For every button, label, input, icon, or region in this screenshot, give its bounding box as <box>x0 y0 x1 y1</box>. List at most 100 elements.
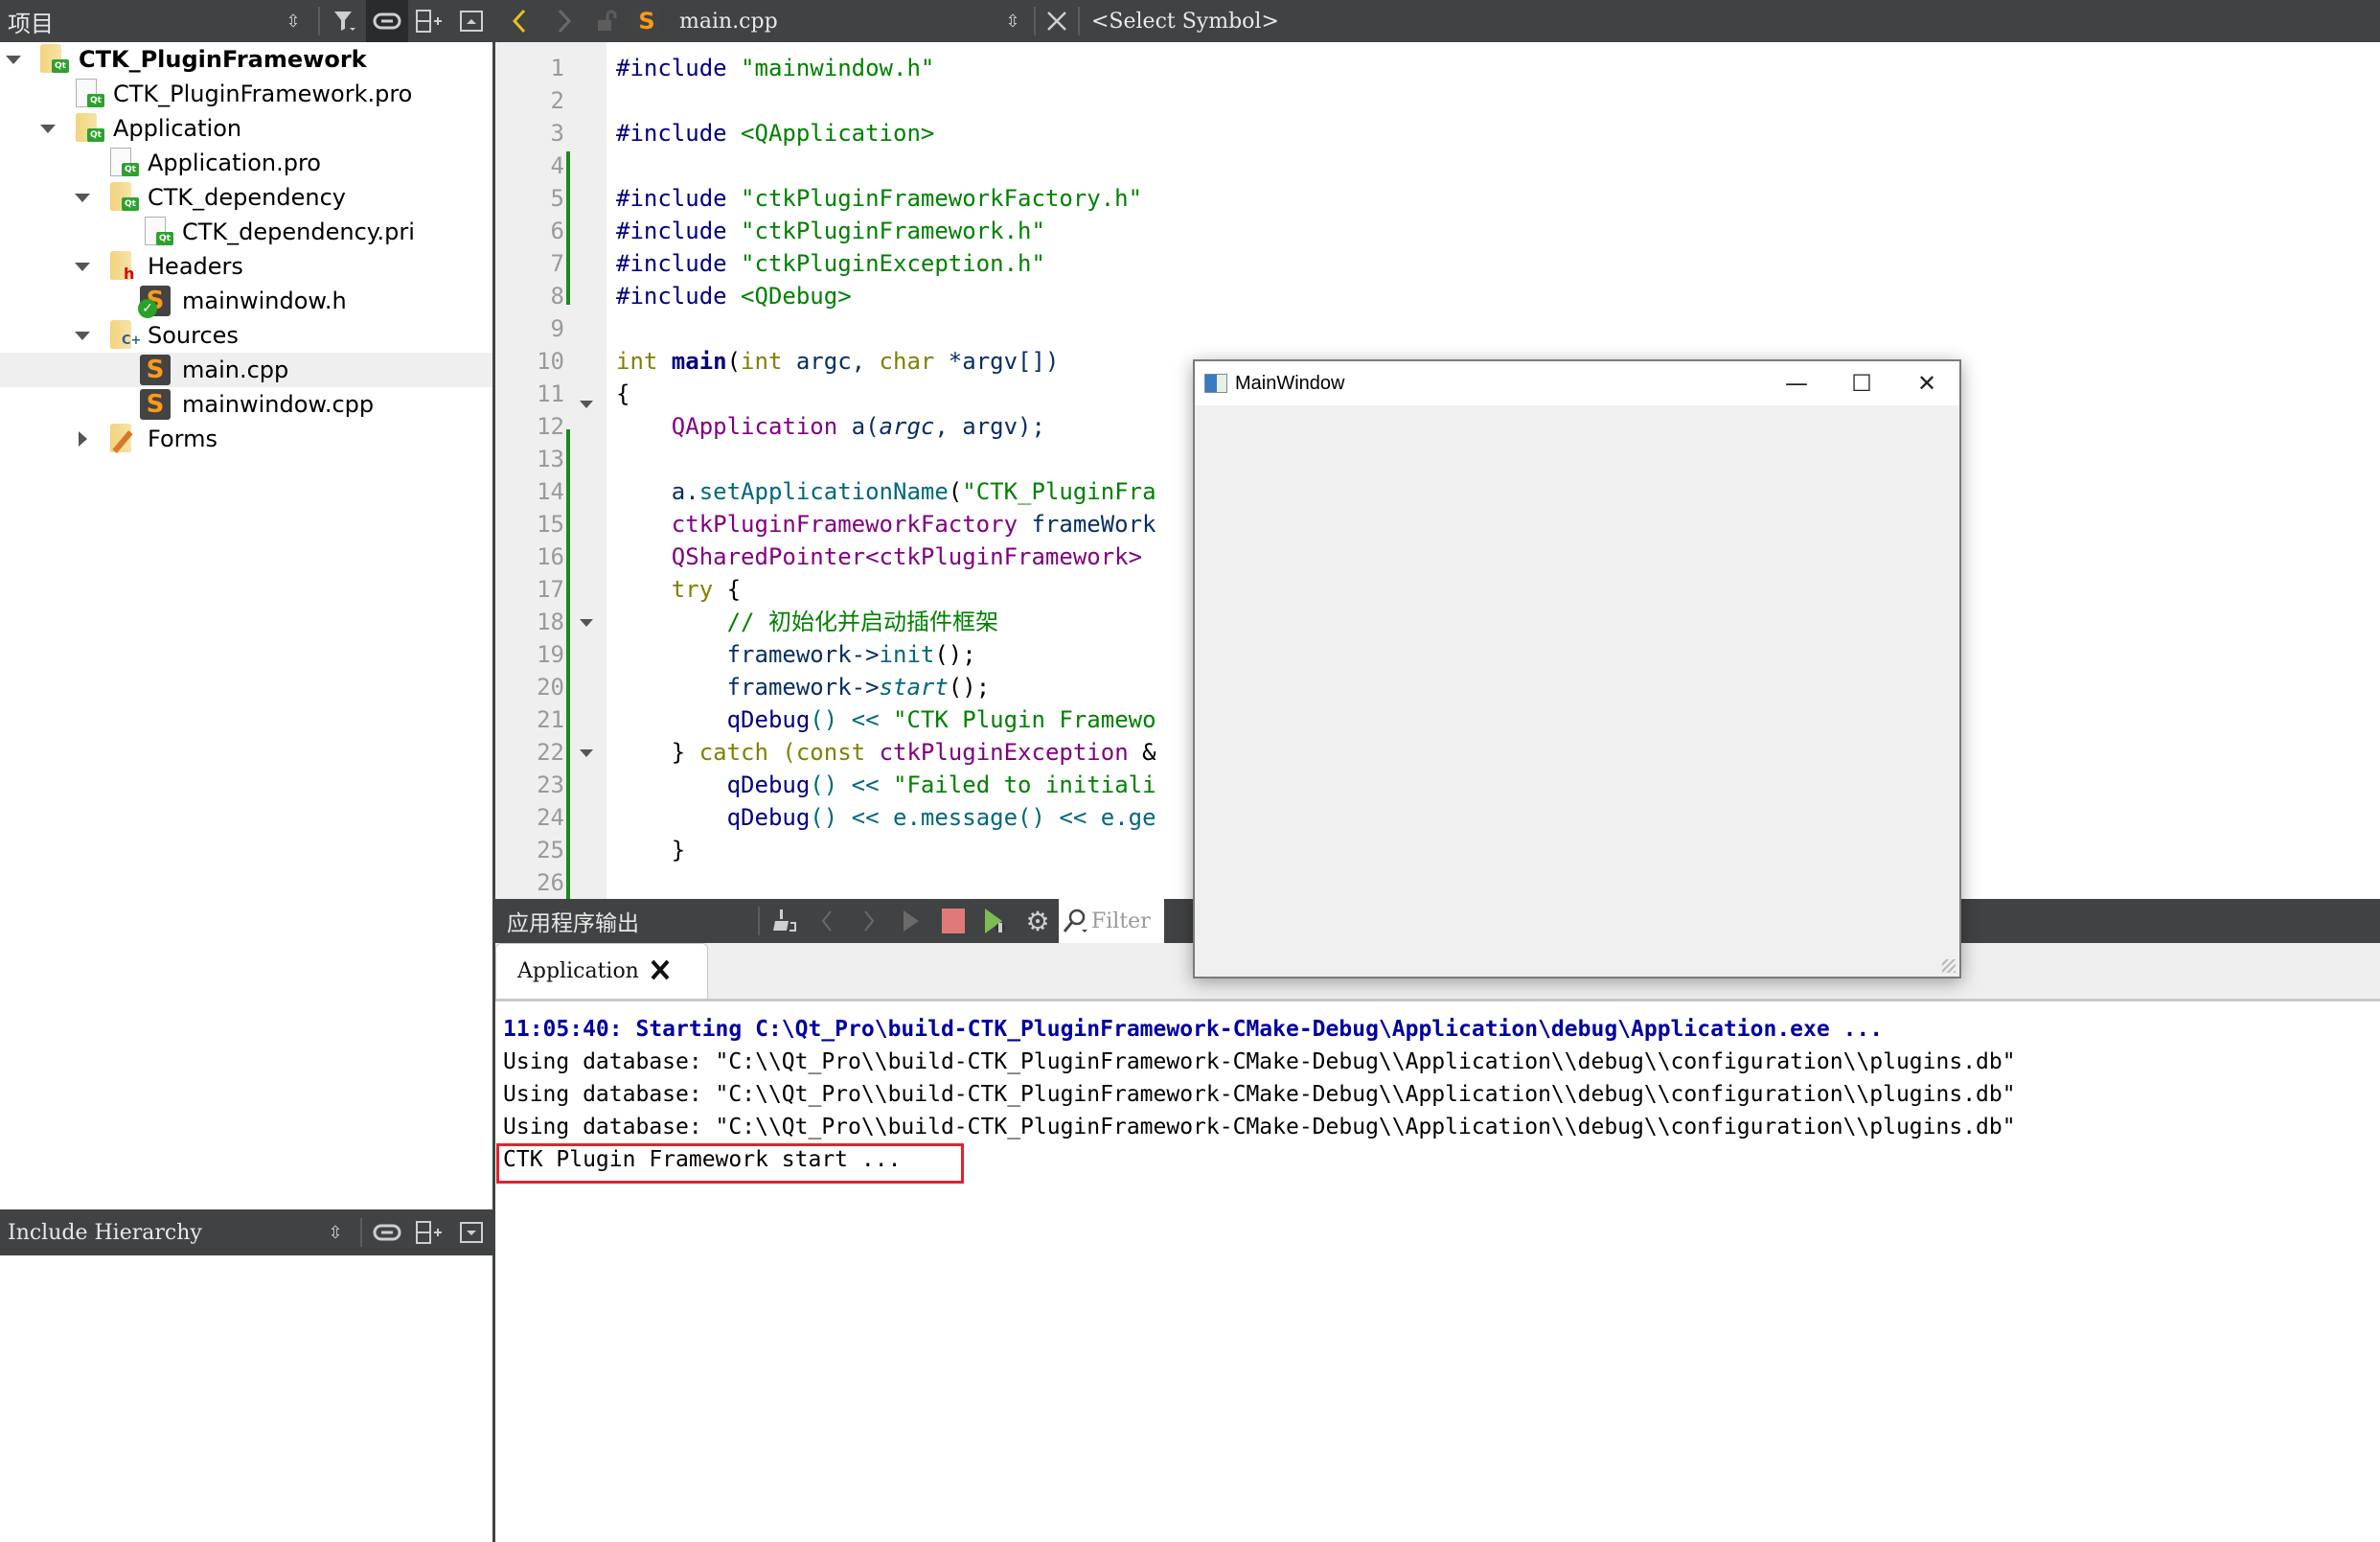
modified-lines-marker <box>566 429 570 899</box>
settings-gear-icon[interactable]: ⚙ <box>1017 900 1059 942</box>
tree-item-ctk-pluginframework[interactable]: Qt CTK_PluginFramework <box>0 42 492 77</box>
tree-item-label: Headers <box>148 253 243 280</box>
split-add-icon[interactable] <box>408 0 450 42</box>
current-file-name[interactable]: main.cpp <box>679 10 995 34</box>
clear-output-icon[interactable] <box>764 900 806 942</box>
tab-label: Application <box>517 959 639 983</box>
mainwindow-titlebar[interactable]: MainWindow — ☐ ✕ <box>1195 361 1959 405</box>
line-number: 23 <box>537 771 564 798</box>
code-line-22: } catch (const ctkPluginException & <box>616 739 1156 766</box>
tree-item-label: Forms <box>148 426 217 452</box>
tree-item-mainwindow-cpp[interactable]: S mainwindow.cpp <box>0 387 492 422</box>
split-add-icon[interactable] <box>408 1211 450 1254</box>
resize-grip-icon[interactable] <box>1942 959 1956 973</box>
fold-arrow-icon[interactable] <box>580 401 593 408</box>
expand-arrow-icon[interactable] <box>75 263 90 271</box>
tree-item-ctk-dependency-pri[interactable]: Qt CTK_dependency.pri <box>0 215 492 249</box>
code-line-16: QSharedPointer<ctkPluginFramework> <box>671 543 1143 570</box>
line-number: 2 <box>550 87 564 114</box>
sort-updown-icon[interactable]: ⇳ <box>314 1211 356 1254</box>
tree-item-application[interactable]: Qt Application <box>0 111 492 146</box>
include-hierarchy-header: Include Hierarchy ⇳ <box>0 1209 492 1255</box>
line-number: 21 <box>537 706 564 733</box>
filter-icon[interactable] <box>324 0 366 42</box>
expand-arrow-icon[interactable] <box>75 332 90 340</box>
mainwindow-app-window[interactable]: MainWindow — ☐ ✕ <box>1193 359 1961 978</box>
line-number: 5 <box>550 185 564 212</box>
output-line: Using database: "C:\\Qt_Pro\\build-CTK_P… <box>503 1082 2016 1107</box>
close-window-button[interactable]: ✕ <box>1894 361 1959 405</box>
collapse-arrow-icon[interactable] <box>79 431 87 447</box>
rerun-icon[interactable] <box>890 900 932 942</box>
unlock-icon[interactable] <box>585 0 628 42</box>
tree-item-label: CTK_dependency <box>148 184 346 211</box>
code-line-17: try { <box>671 576 742 603</box>
expand-arrow-icon[interactable] <box>75 194 90 202</box>
editor-toolbar: S main.cpp ⇳ <Select Symbol> <box>495 0 2380 42</box>
line-number: 1 <box>550 55 564 81</box>
minimize-button[interactable]: — <box>1764 361 1829 405</box>
fold-arrow-icon[interactable] <box>580 749 593 757</box>
line-number: 24 <box>537 804 564 831</box>
code-line-3: #include <QApplication> <box>616 120 935 147</box>
output-pane-title: 应用程序输出 <box>507 911 639 936</box>
previous-item-icon[interactable] <box>806 900 848 942</box>
collapse-pane-icon[interactable] <box>450 1211 492 1254</box>
modified-lines-marker <box>566 151 570 305</box>
qt-project-folder-icon: Qt <box>76 113 104 144</box>
tree-item-application-pro[interactable]: Qt Application.pro <box>0 146 492 180</box>
expand-arrow-icon[interactable] <box>6 56 21 64</box>
tree-item-label: CTK_PluginFramework <box>79 46 367 73</box>
fold-arrow-icon[interactable] <box>580 619 593 627</box>
sort-updown-icon[interactable]: ⇳ <box>272 0 314 42</box>
cpp-file-icon: S <box>140 389 171 420</box>
link-with-editor-icon[interactable] <box>366 1211 408 1254</box>
tree-item-label: Application <box>113 115 242 142</box>
stop-icon[interactable] <box>932 900 974 942</box>
maximize-button[interactable]: ☐ <box>1829 361 1894 405</box>
include-hierarchy-title: Include Hierarchy <box>8 1220 202 1245</box>
close-file-icon[interactable] <box>1040 0 1074 42</box>
tree-item-headers[interactable]: h Headers <box>0 249 492 284</box>
file-switch-updown-icon[interactable]: ⇳ <box>995 0 1030 42</box>
close-tab-icon[interactable] <box>649 958 672 985</box>
code-line-10: int main(int argc, char *argv[]) <box>616 348 1060 375</box>
line-number: 11 <box>537 380 564 407</box>
code-line-8: #include <QDebug> <box>616 283 852 310</box>
nav-forward-icon[interactable] <box>543 0 585 42</box>
attach-debugger-icon[interactable] <box>974 900 1017 942</box>
application-output-text[interactable]: 11:05:40: Starting C:\Qt_Pro\build-CTK_P… <box>495 1001 2380 1542</box>
next-item-icon[interactable] <box>848 900 890 942</box>
code-line-21: qDebug() << "CTK Plugin Framewo <box>726 706 1156 733</box>
filter-placeholder: Filter <box>1091 909 1151 933</box>
tree-item-ctk-pluginframework-pro[interactable]: Qt CTK_PluginFramework.pro <box>0 77 492 111</box>
tree-item-forms[interactable]: Forms <box>0 422 492 456</box>
tree-item-label: Application.pro <box>148 150 321 176</box>
line-number: 16 <box>537 543 564 570</box>
tree-item-label: mainwindow.cpp <box>182 391 375 418</box>
line-number: 9 <box>550 315 564 342</box>
code-line-11: { <box>616 380 630 407</box>
tree-item-ctk-dependency[interactable]: Qt CTK_dependency <box>0 180 492 215</box>
tree-item-label: main.cpp <box>182 357 289 383</box>
tab-application-output[interactable]: Application <box>495 943 708 999</box>
header-file-icon: S ✓ <box>138 286 171 318</box>
code-line-14: a.setApplicationName("CTK_PluginFra <box>616 478 1156 505</box>
nav-back-icon[interactable] <box>495 0 543 42</box>
qt-pro-file-icon: Qt <box>76 79 104 109</box>
link-with-editor-icon[interactable] <box>366 0 408 42</box>
close-pane-icon[interactable] <box>450 0 492 42</box>
tree-item-main-cpp[interactable]: S main.cpp <box>0 353 492 387</box>
toolbar-divider <box>1078 7 1080 35</box>
toolbar-divider <box>318 7 320 35</box>
qt-pro-file-icon: Qt <box>110 148 139 178</box>
tree-item-mainwindow-h[interactable]: S ✓ mainwindow.h <box>0 284 492 318</box>
expand-arrow-icon[interactable] <box>40 125 56 133</box>
line-number: 19 <box>537 641 564 668</box>
line-number: 4 <box>550 152 564 179</box>
code-line-1: #include "mainwindow.h" <box>616 55 935 81</box>
project-sidebar: 项目 ⇳ Qt CTK_PluginFramework Qt CTK_Plugi… <box>0 0 495 1542</box>
tree-item-sources[interactable]: C+ Sources <box>0 318 492 353</box>
symbol-selector[interactable]: <Select Symbol> <box>1091 10 1279 34</box>
output-filter-input[interactable]: Filter <box>1059 899 1164 943</box>
